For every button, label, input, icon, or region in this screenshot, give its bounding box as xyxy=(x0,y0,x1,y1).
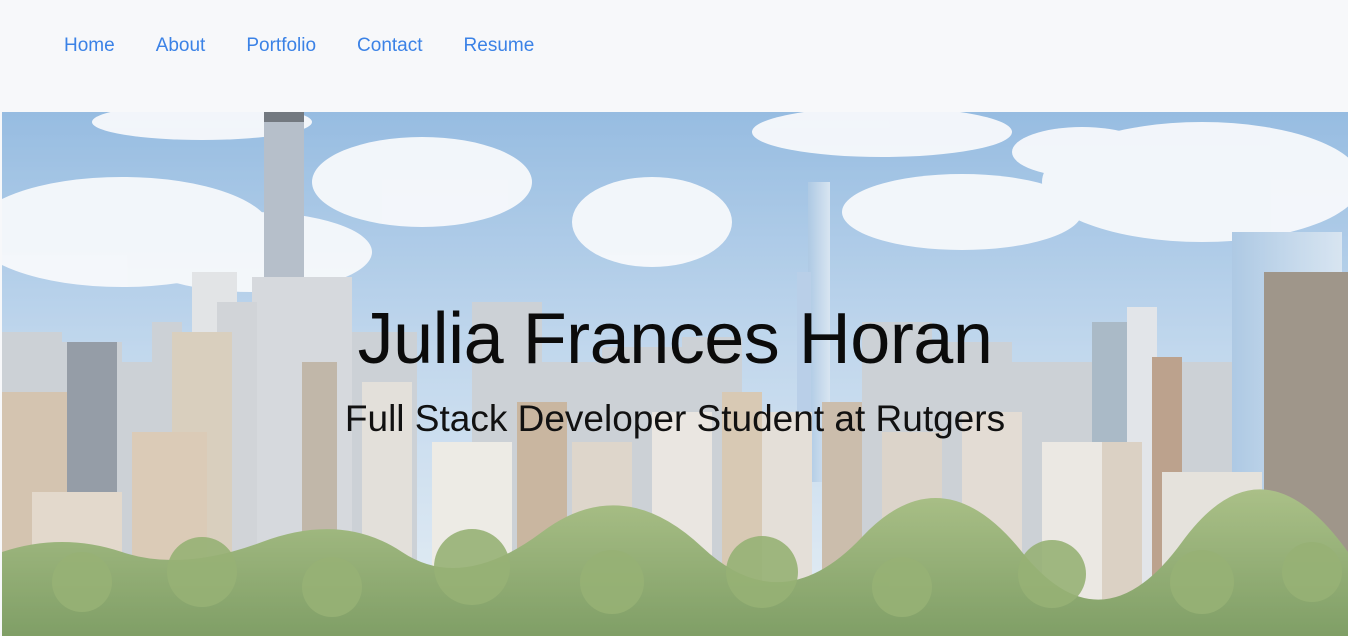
nav-link-contact[interactable]: Contact xyxy=(357,33,422,59)
nav-list: Home About Portfolio Contact Resume xyxy=(64,33,575,59)
nav-link-about[interactable]: About xyxy=(156,33,206,59)
hero-subtitle: Full Stack Developer Student at Rutgers xyxy=(344,398,1006,439)
nav-link-home[interactable]: Home xyxy=(64,33,115,59)
hero-section: Julia Frances Horan Full Stack Developer… xyxy=(2,112,1348,636)
hero-title: Julia Frances Horan xyxy=(357,299,993,379)
top-navbar: Home About Portfolio Contact Resume xyxy=(0,0,1348,112)
hero-text: Julia Frances Horan Full Stack Developer… xyxy=(2,112,1348,636)
nav-link-portfolio[interactable]: Portfolio xyxy=(246,33,316,59)
nav-link-resume[interactable]: Resume xyxy=(464,33,535,59)
